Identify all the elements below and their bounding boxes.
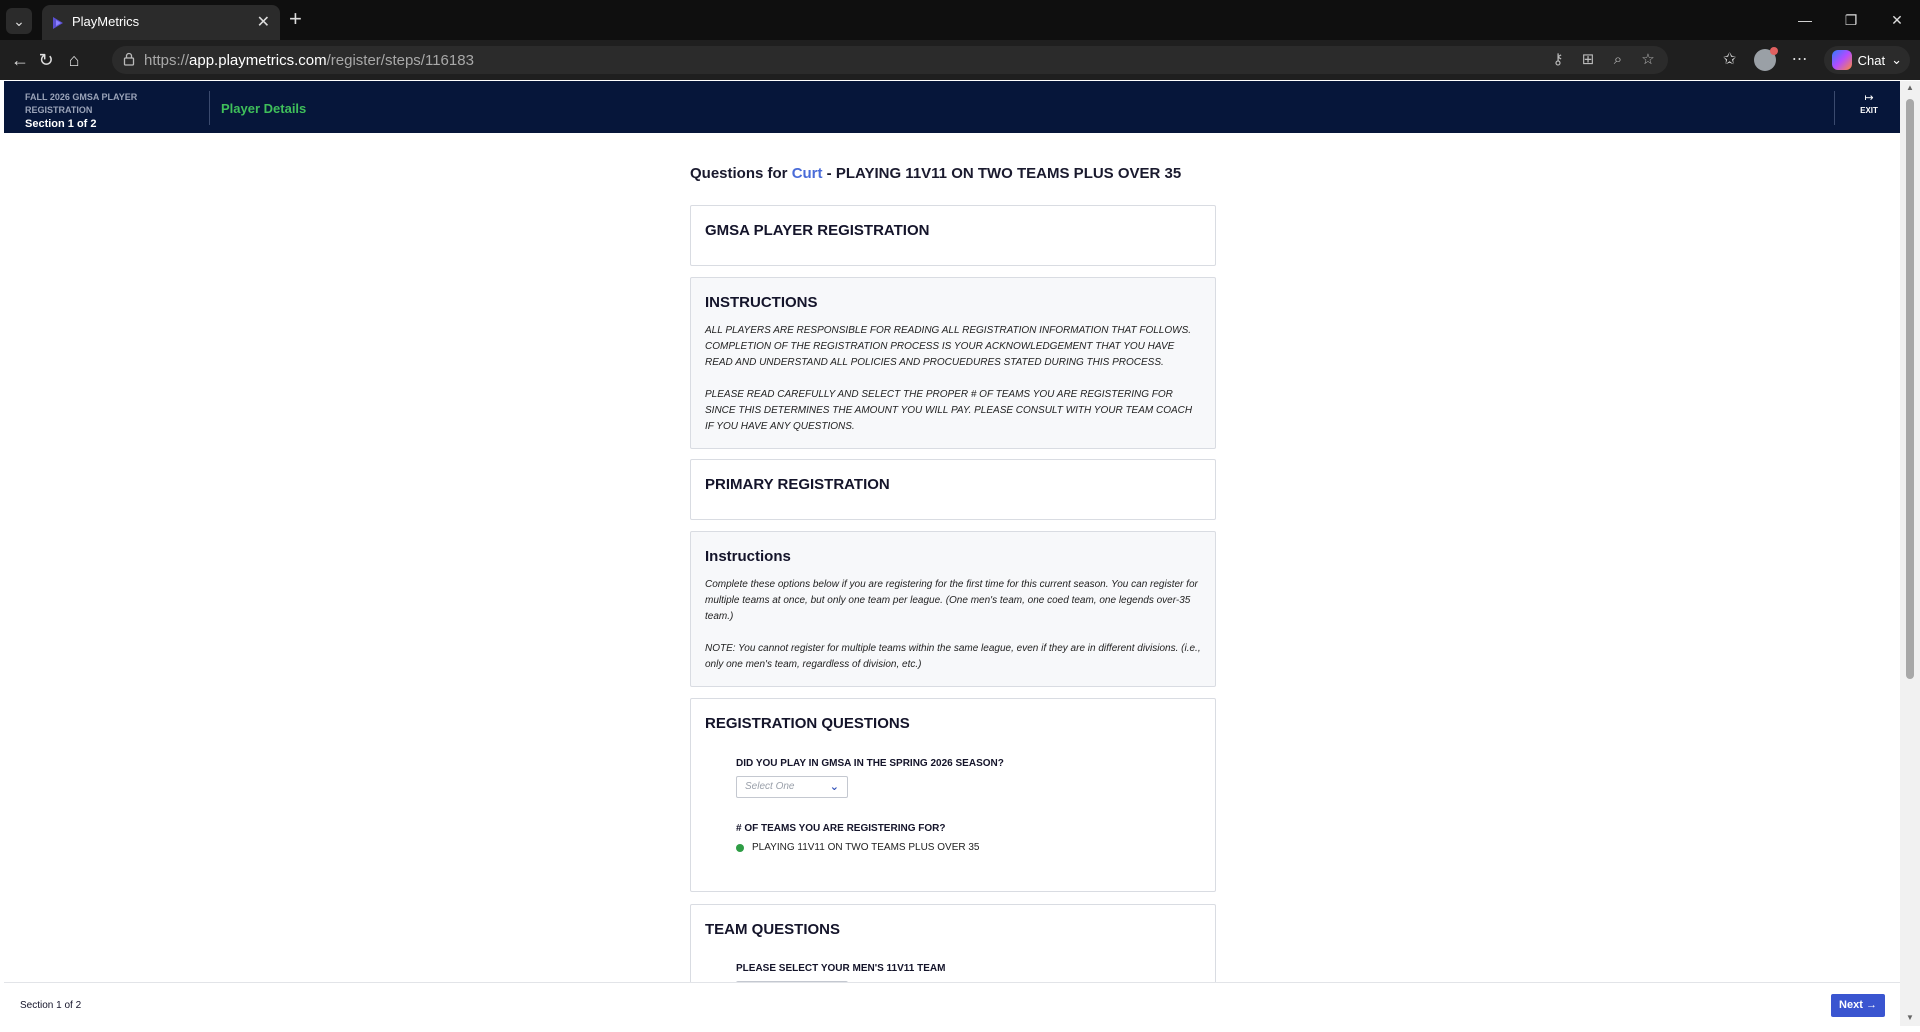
- current-step: Player Details: [221, 101, 307, 116]
- home-icon[interactable]: ⌂: [62, 48, 86, 72]
- registration-questions-card: REGISTRATION QUESTIONS DID YOU PLAY IN G…: [690, 698, 1216, 892]
- question-label: DID YOU PLAY IN GMSA IN THE SPRING 2026 …: [736, 758, 1004, 769]
- instructions-paragraph: PLEASE READ CAREFULLY AND SELECT THE PRO…: [705, 389, 1193, 432]
- tab-title: PlayMetrics: [72, 14, 140, 29]
- next-button[interactable]: Next →: [1831, 994, 1885, 1017]
- profile-avatar[interactable]: [1753, 47, 1778, 71]
- scroll-up-icon[interactable]: ▲: [1906, 83, 1914, 92]
- close-window-icon[interactable]: ✕: [1874, 0, 1920, 40]
- select-placeholder: Select One: [745, 781, 795, 792]
- refresh-icon[interactable]: ↻: [34, 48, 58, 72]
- chat-label: Chat: [1857, 52, 1886, 68]
- primary-registration-card: PRIMARY REGISTRATION: [690, 459, 1216, 520]
- chevron-down-icon: ⌄: [829, 781, 839, 793]
- minimize-icon[interactable]: —: [1782, 0, 1828, 40]
- section-indicator: Section 1 of 2: [25, 118, 97, 130]
- spring-season-select[interactable]: Select One ⌄: [736, 776, 848, 798]
- tab-actions-menu-icon[interactable]: ⌄: [6, 8, 32, 34]
- exit-icon: ↦: [1864, 92, 1874, 104]
- registration-title: FALL 2026 GMSA PLAYER REGISTRATION: [25, 92, 138, 115]
- card-title: PRIMARY REGISTRATION: [705, 476, 890, 493]
- card-title: Instructions: [705, 548, 791, 565]
- url-path: /register/steps/116183: [326, 52, 474, 69]
- address-bar[interactable]: https://app.playmetrics.com/register/ste…: [112, 46, 1668, 74]
- new-tab-icon[interactable]: +: [289, 6, 302, 32]
- exit-divider: [1834, 91, 1835, 125]
- apps-icon[interactable]: ⊞: [1578, 50, 1598, 70]
- chevron-down-icon: ⌄: [1891, 52, 1902, 67]
- next-label: Next: [1839, 999, 1863, 1011]
- url-prefix: https://: [144, 52, 190, 69]
- header-divider: [209, 91, 210, 125]
- zoom-icon[interactable]: ⌕: [1608, 50, 1628, 70]
- window-controls: — ❐ ✕: [1782, 0, 1920, 40]
- page-scrollbar[interactable]: ▲ ▼: [1900, 81, 1920, 1026]
- card-title: REGISTRATION QUESTIONS: [705, 715, 910, 732]
- card-title: TEAM QUESTIONS: [705, 921, 841, 938]
- arrow-right-icon: →: [1865, 999, 1877, 1011]
- heading-prefix: Questions for: [690, 165, 792, 182]
- answer-value: PLAYING 11V11 ON TWO TEAMS PLUS OVER 35: [736, 842, 980, 853]
- registration-footer: Section 1 of 2 Next →: [4, 982, 1900, 1026]
- chat-button[interactable]: Chat ⌄: [1823, 46, 1910, 74]
- instructions-paragraph: ALL PLAYERS ARE RESPONSIBLE FOR READING …: [705, 325, 1192, 368]
- question-label: PLEASE SELECT YOUR MEN'S 11V11 TEAM: [736, 963, 946, 974]
- selected-dot-icon: [736, 843, 744, 852]
- player-name-link[interactable]: Curt: [792, 165, 823, 182]
- url-text: https://app.playmetrics.com/register/ste…: [144, 52, 474, 69]
- question-label: # OF TEAMS YOU ARE REGISTERING FOR?: [736, 823, 946, 834]
- key-icon[interactable]: ⚷: [1548, 50, 1568, 70]
- gmsa-registration-card: GMSA PLAYER REGISTRATION: [690, 205, 1216, 266]
- card-title: INSTRUCTIONS: [705, 294, 818, 311]
- browser-chrome: ⌄ PlayMetrics ✕ + — ❐ ✕ ← ↻ ⌂ https://ap…: [0, 0, 1920, 80]
- card-title: GMSA PLAYER REGISTRATION: [705, 222, 930, 239]
- tab-strip: ⌄ PlayMetrics ✕ + — ❐ ✕: [0, 0, 1920, 40]
- scroll-thumb[interactable]: [1906, 99, 1914, 679]
- instructions-card-upper: INSTRUCTIONS ALL PLAYERS ARE RESPONSIBLE…: [690, 277, 1216, 449]
- scroll-down-icon[interactable]: ▼: [1906, 1013, 1914, 1022]
- instructions-paragraph: Complete these options below if you are …: [705, 579, 1198, 622]
- playmetrics-favicon-icon: [53, 17, 63, 29]
- team-questions-card: TEAM QUESTIONS PLEASE SELECT YOUR MEN'S …: [690, 904, 1216, 982]
- exit-label: EXIT: [1860, 106, 1878, 115]
- toolbar-right: ✩ ⋯ Chat ⌄: [1718, 46, 1910, 74]
- lock-icon: [123, 52, 135, 66]
- instructions-card: Instructions Complete these options belo…: [690, 531, 1216, 687]
- restore-icon[interactable]: ❐: [1828, 0, 1874, 40]
- favorites-icon[interactable]: ✩: [1718, 48, 1742, 72]
- heading-suffix: - PLAYING 11V11 ON TWO TEAMS PLUS OVER 3…: [822, 165, 1182, 182]
- registration-header: FALL 2026 GMSA PLAYER REGISTRATION Secti…: [4, 81, 1900, 133]
- copilot-icon: [1831, 50, 1852, 70]
- browser-toolbar: ← ↻ ⌂ https://app.playmetrics.com/regist…: [0, 40, 1920, 80]
- back-icon[interactable]: ←: [8, 48, 32, 72]
- browser-tab[interactable]: PlayMetrics ✕: [42, 5, 280, 40]
- instructions-paragraph: NOTE: You cannot register for multiple t…: [705, 643, 1201, 670]
- main-content: Questions for Curt - PLAYING 11V11 ON TW…: [4, 133, 1900, 982]
- address-bar-actions: ⚷ ⊞ ⌕ ☆: [1548, 50, 1658, 70]
- exit-button[interactable]: ↦ EXIT: [1852, 91, 1886, 115]
- favorite-star-icon[interactable]: ☆: [1638, 50, 1658, 70]
- url-host: app.playmetrics.com: [189, 52, 327, 69]
- close-tab-icon[interactable]: ✕: [257, 12, 270, 32]
- answer-text: PLAYING 11V11 ON TWO TEAMS PLUS OVER 35: [752, 842, 980, 853]
- footer-section-indicator: Section 1 of 2: [20, 1000, 82, 1011]
- page-heading: Questions for Curt - PLAYING 11V11 ON TW…: [690, 165, 1181, 182]
- more-options-icon[interactable]: ⋯: [1788, 48, 1812, 72]
